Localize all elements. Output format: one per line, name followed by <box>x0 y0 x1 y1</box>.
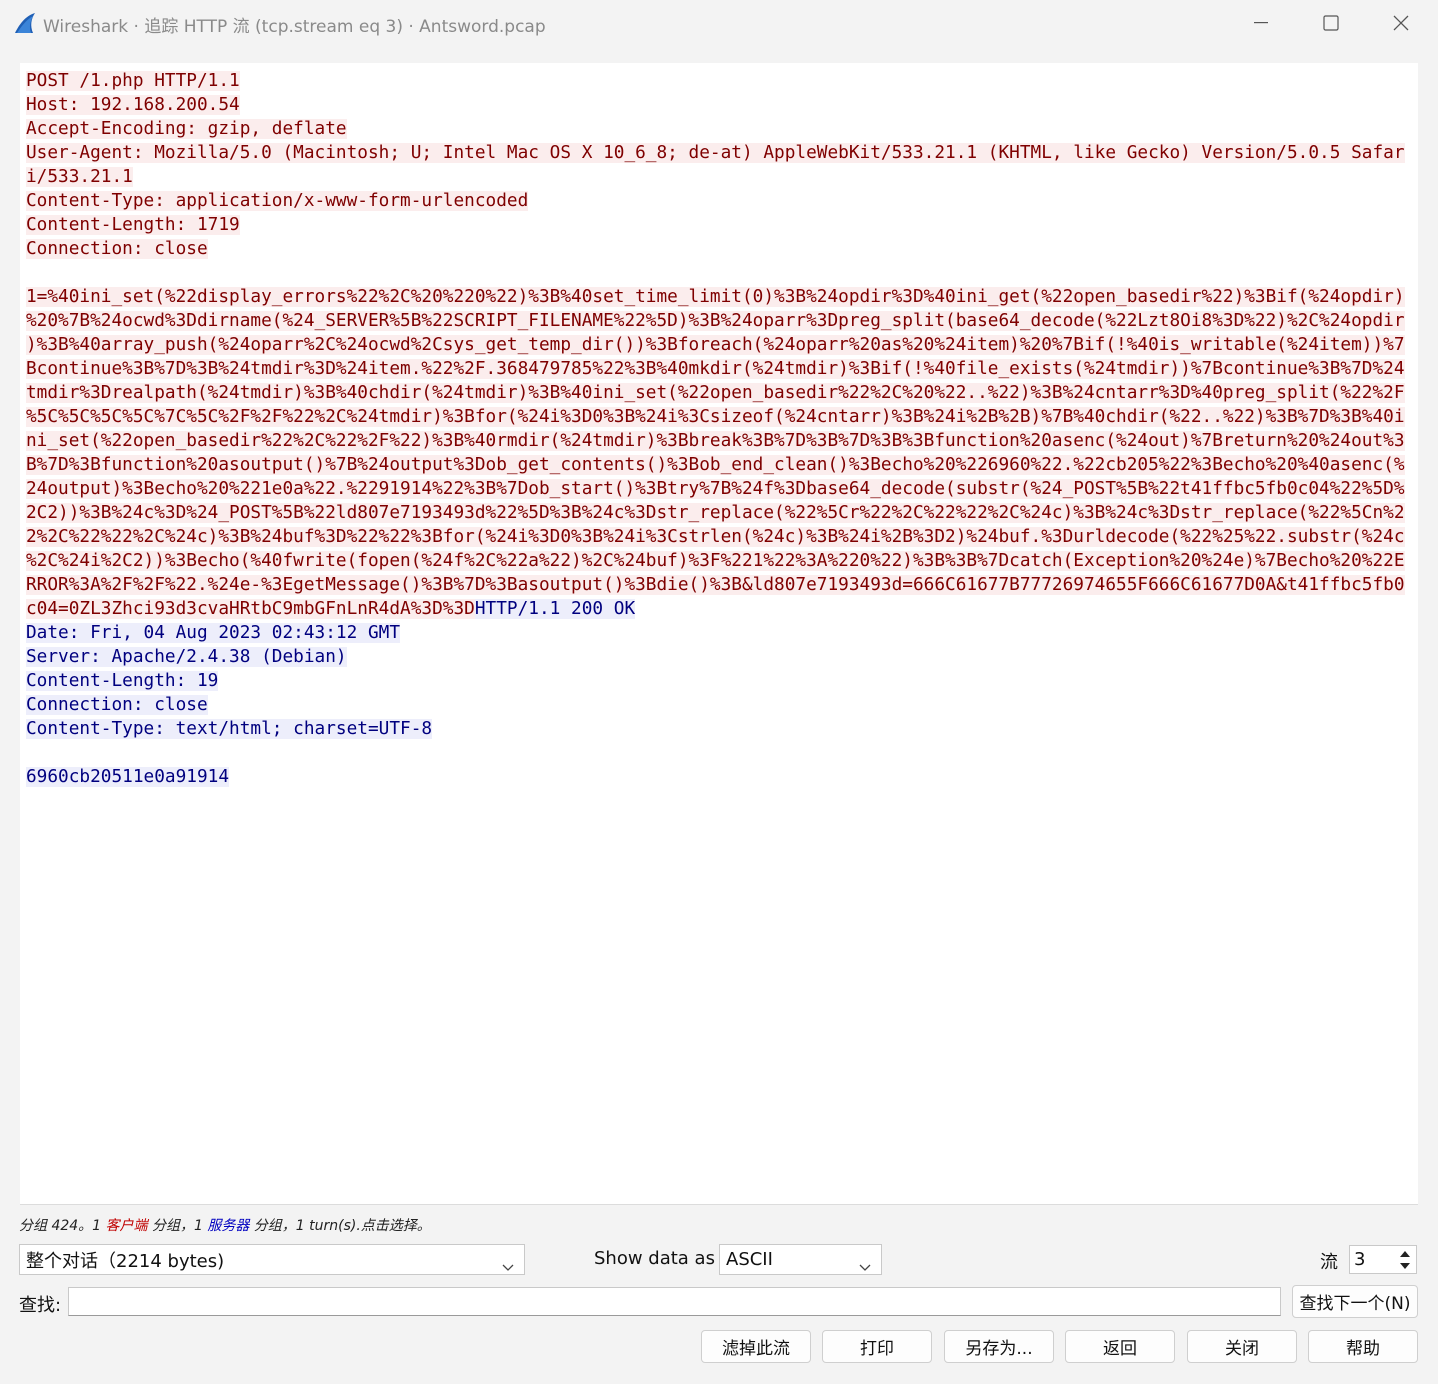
save-as-button[interactable]: 另存为... <box>944 1330 1054 1363</box>
stream-line <box>26 261 1410 285</box>
server-label: 服务器 <box>207 1218 250 1234</box>
stream-line: 6960cb20511e0a91914 <box>26 765 1410 789</box>
stream-summary: 分组 424。1 客户端 分组，1 服务器 分组，1 turn(s).点击选择。 <box>19 1215 431 1235</box>
stream-text: POST /1.php HTTP/1.1 Host: 192.168.200.54… <box>26 69 1410 789</box>
back-button[interactable]: 返回 <box>1065 1330 1175 1363</box>
stream-line: Server: Apache/2.4.38 (Debian) <box>26 645 1410 669</box>
client-segment: 2C2))%3B%24c%3D%24_POST%5B%22ld807e71934… <box>26 503 1405 523</box>
stream-number-spinbox[interactable]: 3 <box>1349 1245 1417 1274</box>
spin-down-icon[interactable] <box>1396 1260 1414 1271</box>
client-segment: RROR%3A%2F%2F%22.%24e-%3EgetMessage()%3B… <box>26 575 1405 595</box>
summary-prefix: 分组 424。1 <box>19 1218 106 1234</box>
client-segment: tmdir%3Drealpath(%24tmdir)%3B%40chdir(%2… <box>26 383 1405 403</box>
stream-line: 2%2C%22%22%2C%24c)%3B%24buf%3D%22%22%3Bf… <box>26 525 1410 549</box>
client-label: 客户端 <box>105 1218 148 1234</box>
client-segment: 24output)%3Becho%20%221e0a%22.%2291914%2… <box>26 479 1405 499</box>
client-segment: Content-Length: 1719 <box>26 215 240 235</box>
stream-line: 2C2))%3B%24c%3D%24_POST%5B%22ld807e71934… <box>26 501 1410 525</box>
stream-line: Host: 192.168.200.54 <box>26 93 1410 117</box>
maximize-button[interactable] <box>1296 0 1366 46</box>
stream-line: 1=%40ini_set(%22display_errors%22%2C%20%… <box>26 285 1410 309</box>
stream-line: B%7D%3Bfunction%20asoutput()%7B%24output… <box>26 453 1410 477</box>
stream-line: %20%7B%24ocwd%3Ddirname(%24_SERVER%5B%22… <box>26 309 1410 333</box>
title-bar: Wireshark · 追踪 HTTP 流 (tcp.stream eq 3) … <box>0 0 1438 46</box>
client-segment: Accept-Encoding: gzip, deflate <box>26 119 347 139</box>
conversation-select[interactable]: 整个对话（2214 bytes) <box>19 1244 525 1275</box>
stream-line: i/533.21.1 <box>26 165 1410 189</box>
show-data-as-value: ASCII <box>726 1249 773 1270</box>
find-next-button[interactable]: 查找下一个(N) <box>1292 1285 1418 1318</box>
stream-line: Content-Length: 19 <box>26 669 1410 693</box>
client-segment: %5C%5C%5C%5C%7C%5C%2F%2F%22%2C%24tmdir)%… <box>26 407 1405 427</box>
find-input[interactable] <box>68 1287 1281 1316</box>
client-segment: )%3B%40array_push(%24oparr%2C%24ocwd%2Cs… <box>26 335 1405 355</box>
stream-line: Accept-Encoding: gzip, deflate <box>26 117 1410 141</box>
stream-line: RROR%3A%2F%2F%22.%24e-%3EgetMessage()%3B… <box>26 573 1410 597</box>
stream-line: Connection: close <box>26 693 1410 717</box>
stream-line: 24output)%3Becho%20%221e0a%22.%2291914%2… <box>26 477 1410 501</box>
server-segment: Date: Fri, 04 Aug 2023 02:43:12 GMT <box>26 623 401 643</box>
stream-line: tmdir%3Drealpath(%24tmdir)%3B%40chdir(%2… <box>26 381 1410 405</box>
client-segment: User-Agent: Mozilla/5.0 (Macintosh; U; I… <box>26 143 1405 163</box>
stream-line: User-Agent: Mozilla/5.0 (Macintosh; U; I… <box>26 141 1410 165</box>
stream-line: c04=0ZL3Zhci93d3cvaHRtbC9mbGFnLnR4dA%3D%… <box>26 597 1410 621</box>
stream-number-value: 3 <box>1354 1249 1366 1270</box>
client-segment: Host: 192.168.200.54 <box>26 95 240 115</box>
find-label: 查找: <box>19 1295 62 1316</box>
minimize-icon <box>1254 22 1268 24</box>
stream-line: Content-Type: application/x-www-form-url… <box>26 189 1410 213</box>
minimize-button[interactable] <box>1226 0 1296 46</box>
filter-out-stream-button[interactable]: 滤掉此流 <box>701 1330 811 1363</box>
stream-line: %2C%24i%2C2))%3Becho(%40fwrite(fopen(%24… <box>26 549 1410 573</box>
client-segment: Connection: close <box>26 239 208 259</box>
client-segment: B%7D%3Bfunction%20asoutput()%7B%24output… <box>26 455 1405 475</box>
maximize-icon <box>1323 15 1339 31</box>
stream-label: 流 <box>1320 1252 1338 1273</box>
close-window-button[interactable] <box>1366 0 1436 46</box>
client-segment: i/533.21.1 <box>26 167 133 187</box>
client-segment: POST /1.php HTTP/1.1 <box>26 71 240 91</box>
stream-line: Date: Fri, 04 Aug 2023 02:43:12 GMT <box>26 621 1410 645</box>
client-segment: %20%7B%24ocwd%3Ddirname(%24_SERVER%5B%22… <box>26 311 1405 331</box>
chevron-down-icon <box>859 1256 871 1277</box>
stream-line: Content-Length: 1719 <box>26 213 1410 237</box>
window-title: Wireshark · 追踪 HTTP 流 (tcp.stream eq 3) … <box>43 17 546 37</box>
spin-up-icon[interactable] <box>1396 1248 1414 1259</box>
client-segment: 2%2C%22%22%2C%24c)%3B%24buf%3D%22%22%3Bf… <box>26 527 1405 547</box>
server-segment: Server: Apache/2.4.38 (Debian) <box>26 647 347 667</box>
wireshark-fin-icon <box>13 11 37 35</box>
show-data-label: Show data as <box>594 1248 715 1269</box>
summary-suffix: 分组，1 turn(s).点击选择。 <box>249 1218 431 1234</box>
help-button[interactable]: 帮助 <box>1308 1330 1418 1363</box>
show-data-as-select[interactable]: ASCII <box>719 1244 882 1275</box>
stream-line: )%3B%40array_push(%24oparr%2C%24ocwd%2Cs… <box>26 333 1410 357</box>
server-segment: Connection: close <box>26 695 208 715</box>
server-segment: Content-Type: text/html; charset=UTF-8 <box>26 719 433 739</box>
stream-content-pane[interactable]: POST /1.php HTTP/1.1 Host: 192.168.200.54… <box>20 63 1418 1205</box>
summary-middle: 分组，1 <box>147 1218 208 1234</box>
stream-line: ni_set(%22open_basedir%22%2C%22%2F%22)%3… <box>26 429 1410 453</box>
chevron-down-icon <box>502 1256 514 1277</box>
print-button[interactable]: 打印 <box>822 1330 932 1363</box>
client-segment: c04=0ZL3Zhci93d3cvaHRtbC9mbGFnLnR4dA%3D%… <box>26 599 475 619</box>
server-segment: HTTP/1.1 200 OK <box>474 599 636 619</box>
conversation-select-value: 整个对话（2214 bytes) <box>26 1250 225 1272</box>
client-segment: ni_set(%22open_basedir%22%2C%22%2F%22)%3… <box>26 431 1405 451</box>
stream-line: POST /1.php HTTP/1.1 <box>26 69 1410 93</box>
close-button[interactable]: 关闭 <box>1187 1330 1297 1363</box>
client-segment: Content-Type: application/x-www-form-url… <box>26 191 529 211</box>
client-segment: Bcontinue%3B%7D%3B%24tmdir%3D%24item.%22… <box>26 359 1405 379</box>
server-segment: Content-Length: 19 <box>26 671 219 691</box>
client-segment: %2C%24i%2C2))%3Becho(%40fwrite(fopen(%24… <box>26 551 1405 571</box>
server-segment: 6960cb20511e0a91914 <box>26 767 230 787</box>
client-segment: 1=%40ini_set(%22display_errors%22%2C%20%… <box>26 287 1405 307</box>
stream-line: Content-Type: text/html; charset=UTF-8 <box>26 717 1410 741</box>
close-icon <box>1393 15 1409 31</box>
stream-line: Bcontinue%3B%7D%3B%24tmdir%3D%24item.%22… <box>26 357 1410 381</box>
stream-line: Connection: close <box>26 237 1410 261</box>
stream-line <box>26 741 1410 765</box>
stream-line: %5C%5C%5C%5C%7C%5C%2F%2F%22%2C%24tmdir)%… <box>26 405 1410 429</box>
